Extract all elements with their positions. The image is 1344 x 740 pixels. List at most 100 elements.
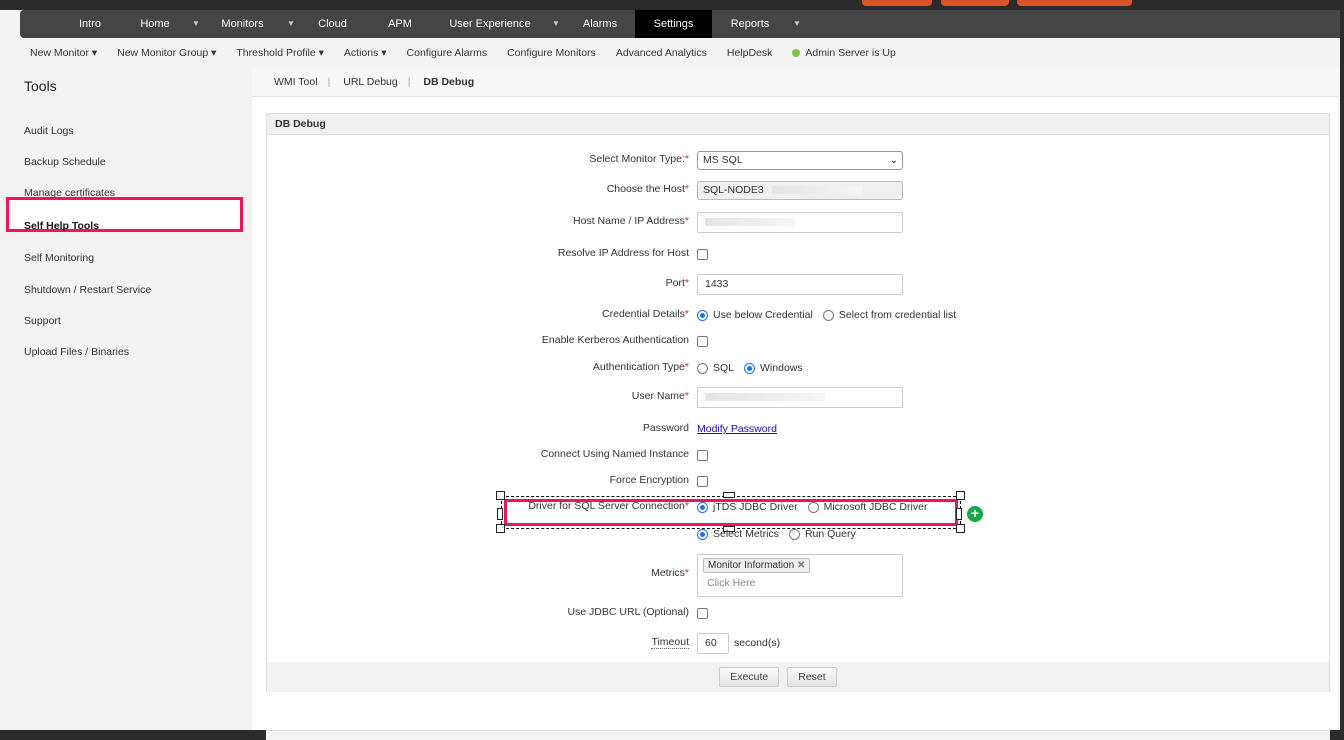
- kerberos-checkbox[interactable]: [697, 335, 708, 347]
- subnav-configure-alarms[interactable]: Configure Alarms: [407, 47, 488, 59]
- label: Authentication Type*: [592, 361, 689, 373]
- sidebar-item-shutdown-restart[interactable]: Shutdown / Restart Service: [24, 284, 151, 296]
- nav-cloud[interactable]: Cloud: [310, 10, 355, 38]
- radio-jtds-driver[interactable]: jTDS JDBC Driver: [697, 501, 798, 513]
- row-driver: Driver for SQL Server Connection* jTDS J…: [267, 497, 1329, 517]
- host-select[interactable]: SQL-NODE3: [697, 180, 903, 200]
- radio-credential-list[interactable]: Select from credential list: [822, 309, 956, 321]
- reset-button[interactable]: Reset: [787, 667, 837, 687]
- subnav-actions[interactable]: Actions ▾: [344, 47, 387, 59]
- row-monitor-type: Select Monitor Type:* MS SQL ⌄: [267, 150, 1329, 170]
- sidebar-item-self-monitoring[interactable]: Self Monitoring: [24, 252, 94, 264]
- named-instance-checkbox[interactable]: [697, 449, 708, 461]
- resolve-ip-checkbox[interactable]: [697, 248, 708, 260]
- chevron-down-icon[interactable]: ▼: [287, 10, 295, 38]
- db-debug-panel: DB Debug Select Monitor Type:* MS SQL ⌄ C…: [266, 113, 1330, 692]
- nav-monitors[interactable]: Monitors: [215, 10, 270, 38]
- sidebar-item-support[interactable]: Support: [24, 315, 61, 327]
- sidebar-item-self-help-tools[interactable]: Self Help Tools: [24, 220, 99, 232]
- button-bar: Execute Reset: [267, 662, 1329, 692]
- sidebar-title: Tools: [24, 78, 57, 94]
- row-port: Port* 1433: [267, 273, 1329, 295]
- label: Connect Using Named Instance: [540, 448, 689, 460]
- nav-settings[interactable]: Settings: [635, 10, 712, 38]
- header-button[interactable]: [862, 0, 932, 6]
- nav-apm[interactable]: APM: [380, 10, 420, 38]
- metrics-input[interactable]: Monitor Information ✕ Click Here: [697, 553, 903, 597]
- execute-button[interactable]: Execute: [719, 667, 780, 687]
- force-encryption-checkbox[interactable]: [697, 475, 708, 487]
- subnav-new-monitor[interactable]: New Monitor ▾: [30, 47, 97, 59]
- row-named-instance: Connect Using Named Instance: [267, 445, 1329, 465]
- row-jdbc-url: Use JDBC URL (Optional): [267, 603, 1329, 623]
- sidebar-item-audit-logs[interactable]: Audit Logs: [24, 125, 74, 137]
- label: Driver for SQL Server Connection*: [528, 500, 689, 512]
- nav-home[interactable]: Home: [130, 10, 180, 38]
- monitor-type-select[interactable]: MS SQL ⌄: [697, 150, 903, 170]
- nav-alarms[interactable]: Alarms: [575, 10, 625, 38]
- label: Force Encryption: [609, 474, 689, 486]
- subnav-new-monitor-group[interactable]: New Monitor Group ▾: [117, 47, 216, 59]
- radio-auth-windows[interactable]: Windows: [744, 362, 803, 374]
- label: Resolve IP Address for Host: [557, 247, 689, 259]
- radio-auth-sql[interactable]: SQL: [697, 362, 734, 374]
- radio-use-below-credential[interactable]: Use below Credential: [697, 309, 813, 321]
- modify-password-link[interactable]: Modify Password: [697, 423, 777, 435]
- jdbc-url-checkbox[interactable]: [697, 607, 708, 619]
- timeout-unit: second(s): [734, 637, 781, 649]
- label: Metrics*: [651, 567, 689, 579]
- sidebar-item-upload-files[interactable]: Upload Files / Binaries: [24, 346, 129, 358]
- hostname-input[interactable]: [697, 211, 903, 233]
- chevron-down-icon[interactable]: ▼: [552, 10, 560, 38]
- tool-tabs: WMI Tool | URL Debug | DB Debug: [252, 68, 1338, 97]
- lower-panel: [266, 730, 1330, 740]
- row-host: Choose the Host* SQL-NODE3: [267, 180, 1329, 200]
- chevron-down-icon[interactable]: ▼: [793, 10, 801, 38]
- screen-top-band: [0, 0, 1344, 10]
- label: User Name*: [631, 390, 689, 402]
- header-button[interactable]: [1017, 0, 1132, 6]
- subnav-advanced-analytics[interactable]: Advanced Analytics: [616, 47, 707, 59]
- sidebar-item-backup-schedule[interactable]: Backup Schedule: [24, 156, 106, 168]
- sub-nav: New Monitor ▾ New Monitor Group ▾ Thresh…: [0, 38, 1340, 68]
- tab-wmi-tool[interactable]: WMI Tool: [274, 76, 318, 88]
- chevron-down-icon[interactable]: ▼: [192, 10, 200, 38]
- metrics-placeholder: Click Here: [707, 576, 756, 589]
- radio-microsoft-driver[interactable]: Microsoft JDBC Driver: [807, 501, 927, 513]
- tab-db-debug[interactable]: DB Debug: [423, 76, 474, 88]
- label: Enable Kerberos Authentication: [541, 334, 689, 346]
- label: Credential Details*: [602, 308, 689, 320]
- panel-title: DB Debug: [267, 114, 1329, 135]
- nav-reports[interactable]: Reports: [725, 10, 775, 38]
- subnav-threshold-profile[interactable]: Threshold Profile ▾: [236, 47, 324, 59]
- row-metrics: Metrics* Monitor Information ✕ Click Her…: [267, 553, 1329, 597]
- header-button[interactable]: [941, 0, 1009, 6]
- row-auth-type: Authentication Type* SQL Windows: [267, 358, 1329, 378]
- sidebar-item-manage-certificates[interactable]: Manage certificates: [24, 187, 115, 199]
- row-password: Password Modify Password: [267, 419, 1329, 439]
- subnav-helpdesk[interactable]: HelpDesk: [727, 47, 773, 59]
- username-input[interactable]: [697, 386, 903, 408]
- radio-run-query[interactable]: Run Query: [788, 528, 856, 540]
- label: Port*: [665, 277, 689, 289]
- row-timeout: Timeout 60 second(s): [267, 632, 1329, 654]
- row-mode: Select Metrics Run Query: [267, 524, 1329, 544]
- nav-intro[interactable]: Intro: [65, 10, 115, 38]
- server-status-text: Admin Server is Up: [805, 47, 896, 59]
- row-force-encryption: Force Encryption: [267, 471, 1329, 491]
- tab-url-debug[interactable]: URL Debug: [343, 76, 397, 88]
- remove-tag-icon[interactable]: ✕: [797, 560, 805, 571]
- label: Select Monitor Type:*: [589, 153, 689, 165]
- subnav-configure-monitors[interactable]: Configure Monitors: [507, 47, 596, 59]
- nav-user-experience[interactable]: User Experience: [445, 10, 535, 38]
- server-status: Admin Server is Up: [792, 47, 896, 59]
- label: Use JDBC URL (Optional): [567, 606, 689, 618]
- row-credential: Credential Details* Use below Credential…: [267, 305, 1329, 325]
- app-window: Intro Home ▼ Monitors ▼ Cloud APM User E…: [0, 10, 1340, 740]
- label: Host Name / IP Address*: [573, 215, 689, 227]
- label: Timeout: [651, 636, 689, 649]
- row-kerberos: Enable Kerberos Authentication: [267, 331, 1329, 351]
- radio-select-metrics[interactable]: Select Metrics: [697, 528, 779, 540]
- port-input[interactable]: 1433: [697, 273, 903, 295]
- timeout-input[interactable]: 60: [697, 632, 729, 654]
